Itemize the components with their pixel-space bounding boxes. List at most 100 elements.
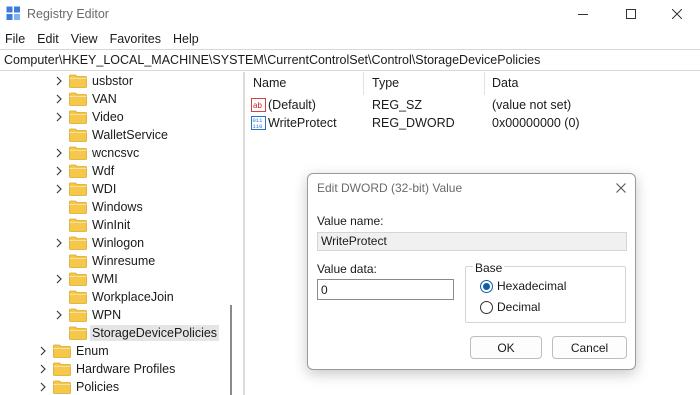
tree-item-label: WinInit [92, 218, 131, 232]
tree-item-label: Policies [76, 380, 120, 394]
tree-item[interactable]: StorageDevicePolicies [53, 324, 220, 342]
column-divider[interactable] [363, 72, 364, 95]
folder-icon [69, 92, 87, 106]
tree-item[interactable]: Policies [37, 378, 121, 395]
tree-item[interactable]: usbstor [53, 72, 135, 90]
tree-item[interactable]: WorkplaceJoin [53, 288, 176, 306]
column-header-name[interactable]: Name [246, 72, 286, 95]
close-icon[interactable] [613, 180, 629, 196]
svg-text:ab: ab [253, 101, 262, 110]
close-icon [672, 9, 682, 19]
chevron-right-icon[interactable] [53, 180, 65, 198]
value-type: REG_SZ [372, 98, 423, 112]
menu-bar: File Edit View Favorites Help [0, 29, 205, 49]
value-data: (value not set) [492, 98, 572, 112]
column-header-data[interactable]: Data [485, 72, 518, 95]
title-bar: Registry Editor [0, 0, 700, 28]
value-data-input[interactable] [317, 279, 454, 300]
window-title: Registry Editor [27, 7, 109, 21]
folder-icon [69, 326, 87, 340]
folder-icon [69, 272, 87, 286]
tree-item-label: VAN [92, 92, 117, 106]
pane-splitter[interactable] [243, 72, 245, 395]
menu-view[interactable]: View [65, 29, 104, 49]
tree-item[interactable]: Winresume [53, 252, 157, 270]
value-name: WriteProtect [268, 116, 337, 130]
registry-icon [6, 6, 20, 20]
chevron-right-icon[interactable] [53, 108, 65, 126]
minimize-button[interactable] [560, 0, 606, 28]
key-tree: usbstor VAN Video WalletService wcncsvc Wdf WD… [0, 72, 238, 395]
chevron-right-icon[interactable] [37, 360, 49, 378]
menu-help[interactable]: Help [167, 29, 205, 49]
chevron-right-icon[interactable] [53, 144, 65, 162]
folder-icon [69, 200, 87, 214]
radio-selected-icon[interactable] [480, 279, 493, 293]
chevron-right-icon[interactable] [53, 162, 65, 180]
minimize-icon [578, 14, 588, 15]
tree-item[interactable]: WinInit [53, 216, 132, 234]
tree-item[interactable]: VAN [53, 90, 119, 108]
menu-file[interactable]: File [0, 29, 31, 49]
address-bar[interactable]: Computer\HKEY_LOCAL_MACHINE\SYSTEM\Curre… [0, 49, 700, 71]
tree-item-label: Wdf [92, 164, 115, 178]
ok-button[interactable]: OK [470, 336, 542, 359]
menu-favorites[interactable]: Favorites [104, 29, 167, 49]
hexadecimal-radio[interactable]: Hexadecimal [480, 278, 566, 294]
folder-icon [69, 146, 87, 160]
tree-item[interactable]: Hardware Profiles [37, 360, 177, 378]
chevron-right-icon[interactable] [53, 72, 65, 90]
folder-icon [69, 218, 87, 232]
maximize-button[interactable] [608, 0, 654, 28]
radio-unselected-icon[interactable] [480, 300, 493, 314]
value-name-label: Value name: [317, 214, 384, 228]
tree-item[interactable]: Video [53, 108, 126, 126]
chevron-right-icon[interactable] [37, 378, 49, 395]
value-name: (Default) [268, 98, 316, 112]
svg-text:110: 110 [253, 123, 263, 130]
base-label: Base [473, 261, 505, 275]
value-name-field: WriteProtect [317, 232, 627, 251]
tree-item[interactable]: Winlogon [53, 234, 146, 252]
folder-icon [69, 110, 87, 124]
tree-item[interactable]: WPN [53, 306, 123, 324]
chevron-right-icon[interactable] [53, 90, 65, 108]
tree-item[interactable]: Enum [37, 342, 111, 360]
tree-item-label: wcncsvc [92, 146, 140, 160]
chevron-right-icon[interactable] [53, 306, 65, 324]
tree-scrollbar[interactable] [230, 305, 232, 395]
tree-item-label: Video [92, 110, 124, 124]
binary-value-icon: 011 110 [251, 116, 266, 130]
close-window-button[interactable] [654, 0, 700, 28]
folder-icon [69, 308, 87, 322]
column-header-type[interactable]: Type [365, 72, 399, 95]
cancel-button[interactable]: Cancel [552, 336, 627, 359]
tree-item[interactable]: WDI [53, 180, 118, 198]
decimal-label: Decimal [497, 300, 541, 314]
value-row[interactable]: 011 110 WriteProtect REG_DWORD 0x0000000… [246, 114, 700, 132]
folder-icon [69, 74, 87, 88]
chevron-right-icon[interactable] [53, 234, 65, 252]
address-path[interactable]: Computer\HKEY_LOCAL_MACHINE\SYSTEM\Curre… [4, 53, 540, 67]
chevron-right-icon[interactable] [37, 342, 49, 360]
value-row[interactable]: ab (Default) REG_SZ (value not set) [246, 96, 700, 114]
decimal-radio[interactable]: Decimal [480, 299, 540, 315]
menu-edit[interactable]: Edit [31, 29, 65, 49]
value-data-label: Value data: [317, 262, 377, 276]
tree-item[interactable]: WalletService [53, 126, 170, 144]
tree-item-label: Winlogon [92, 236, 145, 250]
folder-icon [53, 344, 71, 358]
tree-item-label: usbstor [92, 74, 133, 88]
hexadecimal-label: Hexadecimal [497, 279, 567, 293]
tree-item[interactable]: Wdf [53, 162, 116, 180]
tree-item[interactable]: wcncsvc [53, 144, 141, 162]
tree-item[interactable]: Windows [53, 198, 145, 216]
tree-item[interactable]: WMI [53, 270, 120, 288]
tree-item-label: WMI [92, 272, 118, 286]
string-value-icon: ab [251, 98, 266, 112]
chevron-right-icon[interactable] [53, 270, 65, 288]
folder-icon [69, 290, 87, 304]
